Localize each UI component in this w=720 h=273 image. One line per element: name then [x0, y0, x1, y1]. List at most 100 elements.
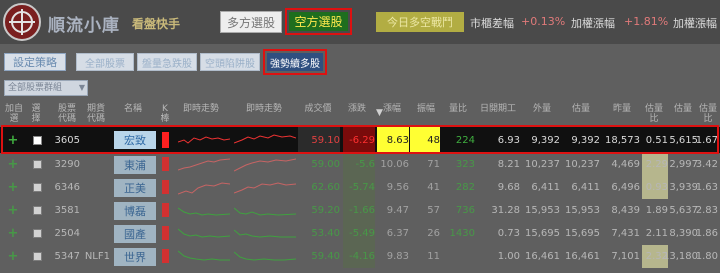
stock-name-link[interactable]: 國產 [113, 222, 157, 245]
checkbox-icon[interactable] [32, 135, 42, 145]
row-select-checkbox[interactable] [30, 127, 44, 153]
short-mode-button[interactable]: 空方選股 [289, 12, 348, 31]
change-pct: 9.56 [386, 182, 409, 193]
sort-desc-icon[interactable]: ▼ [376, 108, 383, 118]
stock-code: 6346 [54, 182, 80, 193]
amplitude: 48 [410, 127, 440, 153]
table-row[interactable]: +6346 正美 62.60 -5.74 9.56 41 282 9.68 6,411 6,411… [0, 176, 720, 199]
col-header-est2[interactable]: 估量 [670, 104, 696, 114]
add-watchlist-button[interactable]: + [4, 127, 22, 153]
col-header-estratio[interactable]: 估量 比 [643, 104, 665, 124]
active-tab-highlight: 強勢續多股 [263, 49, 327, 75]
price: 59.10 [298, 127, 340, 153]
long-mode-button[interactable]: 多方選股 [220, 11, 282, 33]
intraday-chart [234, 127, 296, 153]
est-volume-2: 2,997 [669, 159, 698, 170]
k-bar-candle [162, 157, 169, 171]
est-volume-2: 5,637 [669, 205, 698, 216]
col-header-add[interactable]: 加自選 [4, 104, 24, 124]
stock-name[interactable]: 世界 [114, 247, 156, 266]
add-watchlist-button[interactable]: + [4, 245, 22, 268]
col-header-est[interactable]: 估量 [564, 104, 598, 114]
add-watchlist-button[interactable]: + [4, 222, 22, 245]
price: 59.40 [311, 251, 340, 262]
header-bar: 順流小庫 看盤快手 多方選股 空方選股 今日多空戰鬥 市櫃差幅 +0.13% 加… [0, 0, 720, 44]
price: 62.60 [311, 182, 340, 193]
checkbox-icon[interactable] [32, 183, 42, 192]
row-select-checkbox[interactable] [30, 153, 44, 176]
table-row[interactable]: +3581 博磊 59.20 -1.66 9.47 57 736 31.28 15,953 15,… [0, 199, 720, 222]
stock-code: 2504 [54, 228, 80, 239]
market-ratio-box[interactable]: 今日多空戰鬥 [376, 12, 464, 32]
index-label: 加權漲幅 [571, 17, 615, 30]
table-row[interactable]: +2504 國產 53.40 -5.49 6.37 26 1430 0.73 15,695 15,… [0, 222, 720, 245]
stock-name[interactable]: 博磊 [114, 201, 156, 220]
intraday-sparkline [178, 176, 230, 199]
sparkline-path [178, 228, 230, 238]
k-bar-candle [162, 249, 169, 263]
prev-volume: 8,439 [611, 205, 640, 216]
stock-name[interactable]: 國產 [114, 224, 156, 243]
col-header-open[interactable]: 日開期工 [475, 104, 521, 114]
stock-name[interactable]: 東浦 [114, 155, 156, 174]
checkbox-icon[interactable] [32, 160, 42, 169]
market-label: 市櫃差幅 [470, 17, 514, 30]
add-watchlist-button[interactable]: + [4, 199, 22, 222]
stock-name-link[interactable]: 博磊 [113, 199, 157, 222]
open-value: 6.93 [497, 134, 520, 146]
row-select-checkbox[interactable] [30, 176, 44, 199]
table-row[interactable]: +3290 東浦 59.00 -5.6 10.06 71 323 8.21 10,237 10,2… [0, 153, 720, 176]
row-select-checkbox[interactable] [30, 199, 44, 222]
k-bar-candle [162, 180, 169, 194]
checkbox-icon[interactable] [32, 206, 42, 215]
col-header-change[interactable]: 漲跌 [343, 104, 371, 114]
volume-ratio [443, 245, 475, 268]
tab-all-stocks[interactable]: 全部股票 [76, 53, 134, 71]
k-bar [160, 127, 170, 153]
col-header-code[interactable]: 股票 代碼 [56, 104, 78, 124]
col-header-futures[interactable]: 期貨 代碼 [85, 104, 107, 124]
col-header-kbar[interactable]: K 棒 [160, 104, 170, 124]
col-header-name[interactable]: 名稱 [118, 104, 148, 114]
tab-strong-continue[interactable]: 強勢續多股 [267, 53, 323, 71]
tab-volume-drop[interactable]: 盤量急跌股 [137, 53, 197, 71]
add-watchlist-button[interactable]: + [4, 176, 22, 199]
intraday-sparkline [178, 127, 230, 153]
est-ratio-2: 1.67 [695, 134, 718, 146]
intraday-sparkline [178, 199, 230, 222]
col-header-outer[interactable]: 外量 [525, 104, 559, 114]
stock-name-link[interactable]: 東浦 [113, 153, 157, 176]
col-header-estratio2[interactable]: 估量 比 [698, 104, 718, 124]
col-header-amp[interactable]: 振幅 [412, 104, 440, 114]
est-ratio-2: 1.63 [695, 182, 718, 193]
table-row[interactable]: +5347 NLF1 世界 59.40 -4.16 9.83 11 1.00 16,461 16,… [0, 245, 720, 268]
amplitude: 11 [427, 251, 440, 262]
stock-group-select[interactable]: 全部股票群組 ▼ [4, 80, 88, 96]
col-header-intraday[interactable]: 即時走勢 [176, 104, 226, 114]
checkbox-icon[interactable] [32, 229, 42, 238]
col-header-select[interactable]: 選 擇 [29, 104, 43, 124]
col-header-volratio[interactable]: 量比 [443, 104, 473, 114]
k-bar [160, 176, 170, 199]
col-header-price[interactable]: 成交價 [298, 104, 338, 114]
checkbox-icon[interactable] [32, 252, 42, 261]
stock-name-link[interactable]: 正美 [113, 176, 157, 199]
stock-name[interactable]: 宏致 [114, 131, 156, 149]
row-select-checkbox[interactable] [30, 245, 44, 268]
col-header-intraday-2[interactable]: 即時走勢 [234, 104, 294, 114]
amplitude: 71 [427, 159, 440, 170]
tab-bear-trap[interactable]: 空頭陷阱股 [200, 53, 260, 71]
outer-volume: 9,392 [531, 134, 560, 146]
row-select-checkbox[interactable] [30, 222, 44, 245]
est-ratio: 0.51 [645, 134, 668, 146]
add-watchlist-button[interactable]: + [4, 153, 22, 176]
stock-name[interactable]: 正美 [114, 178, 156, 197]
stock-name-link[interactable]: 宏致 [113, 127, 157, 153]
stock-name-link[interactable]: 世界 [113, 245, 157, 268]
brand-title: 順流小庫 [48, 16, 120, 36]
est-volume-2: 5,615 [669, 134, 698, 146]
col-header-prev[interactable]: 昨量 [605, 104, 639, 114]
change: -5.74 [343, 176, 375, 199]
strategy-settings-button[interactable]: 設定策略 [4, 53, 66, 71]
table-row[interactable]: +3605 宏致 59.10 -6.29 8.63 48 224 6.93 9,392 9,392… [0, 127, 720, 153]
